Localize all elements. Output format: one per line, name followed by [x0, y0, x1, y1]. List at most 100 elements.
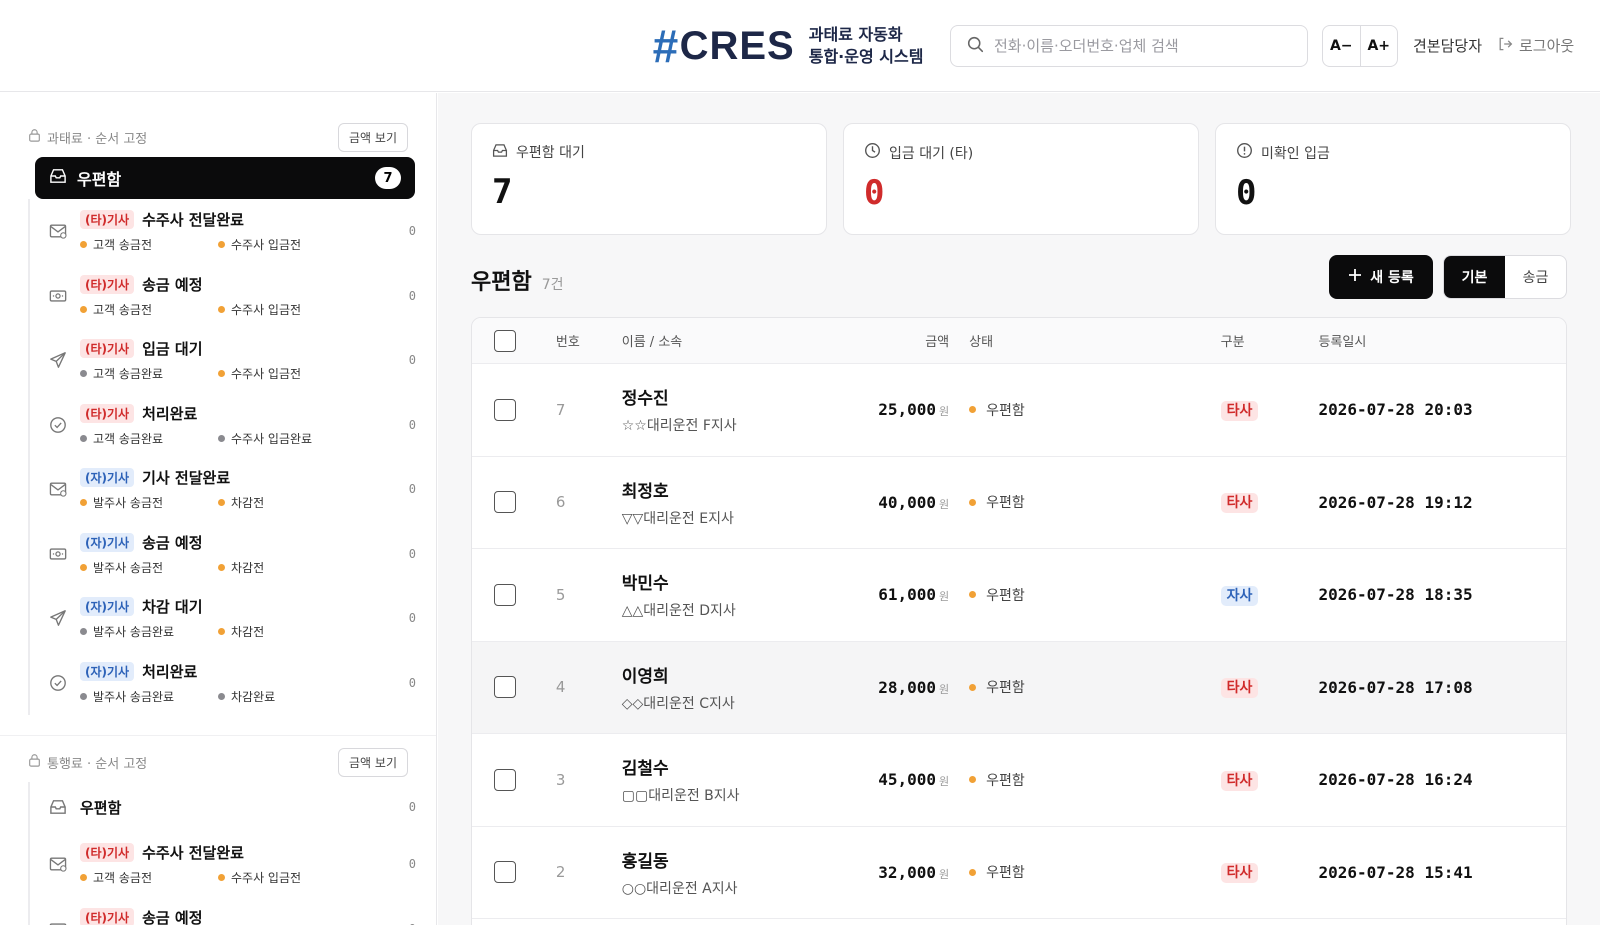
sidebar-item-label: 수주사 전달완료	[142, 844, 244, 863]
row-checkbox[interactable]	[493, 768, 516, 791]
row-checkbox[interactable]	[493, 676, 516, 699]
font-decrease-button[interactable]: A−	[1323, 26, 1361, 66]
currency-unit: 원	[939, 405, 950, 419]
cash-icon	[48, 289, 68, 303]
currency-unit: 원	[939, 497, 950, 511]
row-number: 5	[555, 585, 566, 604]
sidebar-item-status[interactable]: (타)기사송금 예정고객 송금전수주사 입금전0	[30, 264, 436, 329]
status-cell: 우편함	[969, 585, 1221, 605]
col-type[interactable]: 구분	[1221, 331, 1319, 350]
show-amount-button[interactable]: 금액 보기	[338, 122, 408, 152]
new-register-button[interactable]: 새 등록	[1329, 255, 1433, 299]
sidebar-item-status[interactable]: (자)기사 송금 예정 발주사 송금전 차감전 0	[30, 522, 436, 587]
sidebar-item-status[interactable]: (타)기사 처리완료 고객 송금완료 수주사 입금완료 0	[30, 393, 436, 458]
search-icon	[967, 36, 984, 57]
summary-card[interactable]: 미확인 입금 0	[1215, 123, 1571, 235]
type-badge: 타사	[1220, 770, 1259, 791]
status-dot	[969, 591, 977, 599]
search-box[interactable]	[950, 25, 1308, 67]
type-badge: 타사	[1220, 493, 1259, 514]
row-checkbox[interactable]	[493, 583, 516, 606]
sidebar-item-label: 수주사 전달완료	[142, 211, 244, 230]
table-row[interactable]: 2 홍길동 ○○대리운전 A지사 32,000 원 우편함 타사 2026-07-28 15:…	[472, 827, 1566, 919]
substatus-label: 수주사 입금전	[231, 238, 302, 253]
logout-button[interactable]: 로그아웃	[1497, 35, 1574, 56]
sidebar-item-inbox[interactable]: 우편함 0	[30, 782, 436, 832]
subtitle-line2: 통합·운영 시스템	[808, 47, 924, 66]
registered-datetime: 2026-07-28 20:03	[1318, 400, 1473, 420]
row-number: 6	[555, 493, 566, 512]
affiliation: ▢▢대리운전 B지사	[621, 788, 740, 805]
view-basic-button[interactable]: 기본	[1444, 256, 1505, 298]
sidebar-item-label: 처리완료	[142, 662, 198, 681]
sidebar-item-inbox[interactable]: 우편함 7	[35, 157, 415, 199]
row-checkbox[interactable]	[493, 491, 516, 514]
substatus-1: 발주사 송금완료	[80, 623, 188, 640]
sidebar-item-status[interactable]: (타)기사 수주사 전달완료 고객 송금전 수주사 입금전 0	[30, 832, 436, 897]
sidebar-item-status[interactable]: (타)기사송금 예정고객 송금전수주사 입금전0	[30, 897, 436, 925]
count-badge: 0	[408, 288, 416, 303]
card-label: 입금 대기 (타)	[889, 145, 974, 162]
app-header: # CRES 과태료 자동화 통합·운영 시스템 A− A+ 견본담당자 로그아…	[0, 0, 1600, 92]
col-name[interactable]: 이름 / 소속	[622, 331, 822, 350]
amount-value: 40,000	[878, 492, 937, 512]
sidebar-item-status[interactable]: (타)기사 수주사 전달완료 고객 송금전 수주사 입금전 0	[30, 199, 436, 264]
table-row[interactable]: 6 최정호 ▽▽대리운전 E지사 40,000 원 우편함 타사 2026-07-28 19:…	[472, 457, 1566, 549]
logo[interactable]: # CRES 과태료 자동화 통합·운영 시스템	[652, 20, 923, 72]
table-row[interactable]: 3 김철수 ▢▢대리운전 B지사 45,000 원 우편함 타사 2026-07-28 16:…	[472, 734, 1566, 827]
select-all-checkbox[interactable]	[493, 329, 516, 352]
count-badge: 0	[408, 224, 416, 239]
count-badge: 0	[408, 546, 416, 561]
substatus-1: 고객 송금완료	[80, 365, 188, 382]
table-row[interactable]: 7 정수진 ☆☆대리운전 F지사 25,000 원 우편함 타사 2026-07-28 20:…	[472, 364, 1566, 457]
card-value: 0	[1236, 173, 1257, 213]
status-dot	[80, 692, 87, 700]
sidebar-item-label: 처리완료	[142, 404, 198, 423]
summary-cards: 우편함 대기 7 입금 대기 (타) 0 미확인 입금 0	[471, 123, 1571, 235]
status-dot	[80, 874, 87, 882]
substatus-label: 고객 송금전	[93, 871, 153, 886]
search-input[interactable]	[994, 37, 1294, 55]
substatus-1: 고객 송금전	[80, 236, 188, 253]
show-amount-button[interactable]: 금액 보기	[338, 747, 408, 777]
amount-value: 28,000	[878, 677, 937, 697]
sidebar-item-status[interactable]: (자)기사 처리완료 발주사 송금완료 차감완료 0	[30, 651, 436, 716]
summary-card[interactable]: 우편함 대기 7	[471, 123, 827, 235]
person-name: 홍길동	[621, 851, 669, 872]
row-checkbox[interactable]	[493, 398, 516, 421]
cash-icon	[48, 547, 68, 561]
status-dot	[80, 563, 87, 571]
currency-unit: 원	[939, 775, 950, 789]
sidebar-item-label: 송금 예정	[142, 275, 203, 294]
currency-unit: 원	[939, 682, 950, 696]
status-label: 우편함	[986, 772, 1025, 789]
section-header-fines: 과태료 · 순서 고정 금액 보기	[0, 117, 436, 157]
sidebar-item-status[interactable]: (자)기사 차감 대기 발주사 송금완료 차감전 0	[30, 586, 436, 651]
driver-type-tag: (타)기사	[80, 907, 135, 925]
view-remit-button[interactable]: 송금	[1505, 256, 1566, 298]
col-status[interactable]: 상태	[951, 331, 1221, 350]
status-dot	[218, 563, 225, 571]
col-no[interactable]: 번호	[538, 331, 622, 350]
status-tree-fines: (타)기사 수주사 전달완료 고객 송금전 수주사 입금전 0 (타)기사 송금 예정 고객 …	[28, 199, 436, 715]
inbox-icon	[48, 799, 68, 815]
table-row[interactable]: 4 이영희 ◇◇대리운전 C지사 28,000 원 우편함 타사 2026-07-28 17:…	[472, 641, 1566, 734]
sidebar-item-label: 기사 전달완료	[142, 469, 231, 488]
driver-type-tag: (자)기사	[80, 597, 135, 617]
summary-card[interactable]: 입금 대기 (타) 0	[843, 123, 1199, 235]
alert-circle-icon	[1236, 142, 1253, 163]
new-register-label: 새 등록	[1370, 270, 1414, 286]
col-date[interactable]: 등록일시	[1318, 331, 1566, 350]
sidebar-item-status[interactable]: (자)기사 기사 전달완료 발주사 송금전 차감전 0	[30, 457, 436, 522]
status-cell: 우편함	[969, 862, 1221, 882]
sidebar-item-status[interactable]: (타)기사 입금 대기 고객 송금완료 수주사 입금전 0	[30, 328, 436, 393]
table-row[interactable]: 5 박민수 △△대리운전 D지사 61,000 원 우편함 자사 2026-07-28 18:…	[472, 549, 1566, 642]
substatus-label: 차감전	[231, 496, 265, 511]
send-icon	[48, 351, 68, 369]
card-label: 우편함 대기	[516, 145, 585, 161]
col-amount[interactable]: 금액	[821, 331, 951, 350]
font-increase-button[interactable]: A+	[1361, 26, 1398, 66]
sidebar-item-label: 우편함	[80, 798, 122, 817]
row-checkbox[interactable]	[493, 861, 516, 884]
status-dot	[969, 868, 977, 876]
